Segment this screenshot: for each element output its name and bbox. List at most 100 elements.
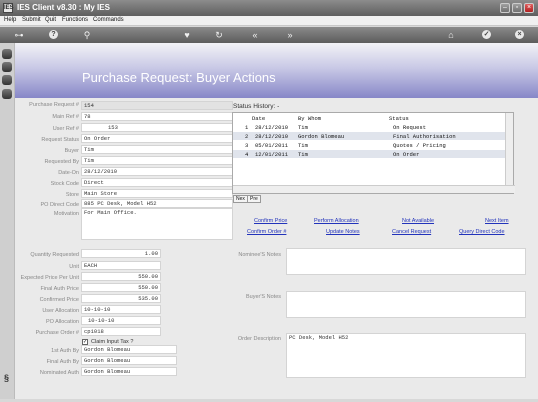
table-row[interactable]: 4 12/01/2011 Tim On Order [233, 150, 506, 158]
user-ref-field[interactable]: 153 [81, 123, 233, 132]
update-notes-link[interactable]: Update Notes [326, 229, 360, 235]
home-icon[interactable]: ⌂ [445, 29, 457, 41]
maximize-button[interactable]: ▫ [512, 3, 522, 13]
query-direct-code-link[interactable]: Query Direct Code [459, 229, 505, 235]
heart-icon[interactable]: ♥ [181, 29, 193, 41]
buyer-field[interactable]: Tim [81, 145, 233, 154]
minimize-button[interactable]: – [500, 3, 510, 13]
perform-allocation-link[interactable]: Perform Allocation [314, 218, 359, 224]
sidebar-button-4[interactable] [2, 89, 12, 99]
help-icon[interactable]: ? [49, 30, 58, 39]
row-status: Final Authorisation [393, 133, 456, 140]
requested-by-label: Requested By [44, 159, 79, 165]
buyer-notes-textarea[interactable] [286, 291, 526, 318]
quantity-requested-label: Quantity Requested [30, 252, 79, 258]
row-by: Tim [298, 124, 308, 131]
first-auth-by-label: 1st Auth By [51, 348, 79, 354]
purchase-order-label: Purchase Order # [35, 330, 79, 336]
nominated-auth-label: Nominated Auth [39, 370, 79, 376]
user-allocation-label: User Allocation [42, 308, 79, 314]
key-icon[interactable]: ⊶ [8, 29, 30, 41]
request-status-field[interactable]: On Order [81, 134, 233, 143]
check-icon[interactable]: ✓ [482, 30, 491, 39]
user-ref-label: User Ref # [52, 126, 79, 132]
table-row[interactable]: 1 28/12/2010 Tim On Request [233, 123, 506, 131]
row-by: Gordon Blomeau [298, 133, 345, 140]
menu-quit[interactable]: Quit [45, 17, 56, 23]
grid-vertical-scrollbar[interactable] [505, 113, 513, 186]
refresh-icon[interactable]: ↻ [213, 29, 225, 41]
main-ref-label: Main Ref # [52, 114, 79, 120]
left-sidebar: § [0, 43, 15, 399]
table-row[interactable]: 2 28/12/2010 Gordon Blomeau Final Author… [233, 132, 506, 140]
main-content: Purchase Request: Buyer Actions Purchase… [15, 43, 538, 399]
app-icon: IES [3, 3, 14, 13]
row-number: 1 [245, 124, 249, 131]
order-description-label: Order Description [237, 336, 281, 342]
cancel-request-link[interactable]: Cancel Request [392, 229, 431, 235]
final-auth-by-label: Final Auth By [46, 359, 79, 365]
row-number: 4 [245, 151, 249, 158]
final-auth-by-field[interactable]: Gordon Blomeau [81, 356, 177, 365]
menu-commands[interactable]: Commands [93, 17, 124, 23]
next-item-link[interactable]: Next Item [485, 218, 509, 224]
close-icon[interactable]: × [515, 30, 524, 39]
stock-code-label: Stock Code [50, 181, 79, 187]
confirm-order-link[interactable]: Confirm Order # [247, 229, 286, 235]
table-row[interactable]: 3 05/01/2011 Tim Quotes / Pricing [233, 141, 506, 149]
sidebar-button-3[interactable] [2, 75, 12, 85]
window-title: IES Client v8.30 : My IES [17, 3, 110, 12]
menu-functions[interactable]: Functions [62, 17, 88, 23]
nominee-notes-textarea[interactable] [286, 248, 526, 275]
sidebar-button-1[interactable] [2, 49, 12, 59]
request-status-label: Request Status [41, 137, 79, 143]
requested-by-field[interactable]: Tim [81, 156, 233, 165]
expected-price-field[interactable]: 550.00 [81, 272, 161, 281]
status-history-grid: Date By Whom Status 1 28/12/2010 Tim On … [232, 112, 515, 194]
po-direct-code-field[interactable]: 885 PC Desk, Model H52 [81, 199, 233, 208]
nominee-notes-label: Nominee'S Notes [238, 252, 281, 258]
unit-field[interactable]: EACH [81, 261, 161, 270]
page-header: Purchase Request: Buyer Actions [15, 43, 538, 98]
grid-header-date: Date [252, 115, 266, 122]
store-field[interactable]: Main Store [81, 189, 233, 198]
unit-label: Unit [69, 264, 79, 270]
row-date: 28/12/2010 [255, 133, 289, 140]
motivation-label: Motivation [53, 211, 79, 217]
purchase-request-label: Purchase Request # [29, 102, 79, 108]
store-label: Store [65, 192, 79, 198]
quantity-requested-field[interactable]: 1.00 [81, 249, 161, 258]
buyer-notes-label: Buyer'S Notes [246, 294, 281, 300]
row-number: 3 [245, 142, 249, 149]
nominated-auth-field[interactable]: Gordon Blomeau [81, 367, 177, 376]
main-ref-field[interactable]: 78 [81, 112, 233, 121]
row-status: On Order [393, 151, 420, 158]
menu-bar: Help Submit Quit Functions Commands [0, 16, 538, 26]
menu-help[interactable]: Help [4, 17, 16, 23]
not-available-link[interactable]: Not Available [402, 218, 434, 224]
previous-page-button[interactable]: Pre [247, 195, 261, 203]
row-by: Tim [298, 151, 308, 158]
confirm-price-link[interactable]: Confirm Price [254, 218, 287, 224]
date-on-field[interactable]: 28/12/2010 [81, 167, 233, 176]
purchase-order-field[interactable]: cp1018 [81, 327, 161, 336]
user-allocation-field[interactable]: 10-10-10 [81, 305, 161, 314]
sidebar-button-2[interactable] [2, 62, 12, 72]
fast-forward-icon[interactable]: » [284, 29, 296, 41]
next-page-button[interactable]: Nex [233, 195, 248, 203]
order-description-textarea[interactable]: PC Desk, Model H52 [286, 333, 526, 378]
close-window-button[interactable]: × [524, 3, 534, 13]
confirmed-price-field[interactable]: 535.00 [81, 294, 161, 303]
menu-submit[interactable]: Submit [22, 17, 41, 23]
search-icon[interactable]: ⚲ [81, 29, 93, 41]
grid-horizontal-scrollbar[interactable] [233, 185, 515, 193]
final-auth-price-field[interactable]: 550.00 [81, 283, 161, 292]
rewind-icon[interactable]: « [249, 29, 261, 41]
first-auth-by-field[interactable]: Gordon Blomeau [81, 345, 177, 354]
date-on-label: Date-On [58, 170, 79, 176]
motivation-textarea[interactable]: For Main Office. [81, 208, 233, 240]
po-allocation-field[interactable]: 10-10-10 [81, 316, 161, 325]
row-number: 2 [245, 133, 249, 140]
stock-code-field[interactable]: Direct [81, 178, 233, 187]
row-status: Quotes / Pricing [393, 142, 446, 149]
